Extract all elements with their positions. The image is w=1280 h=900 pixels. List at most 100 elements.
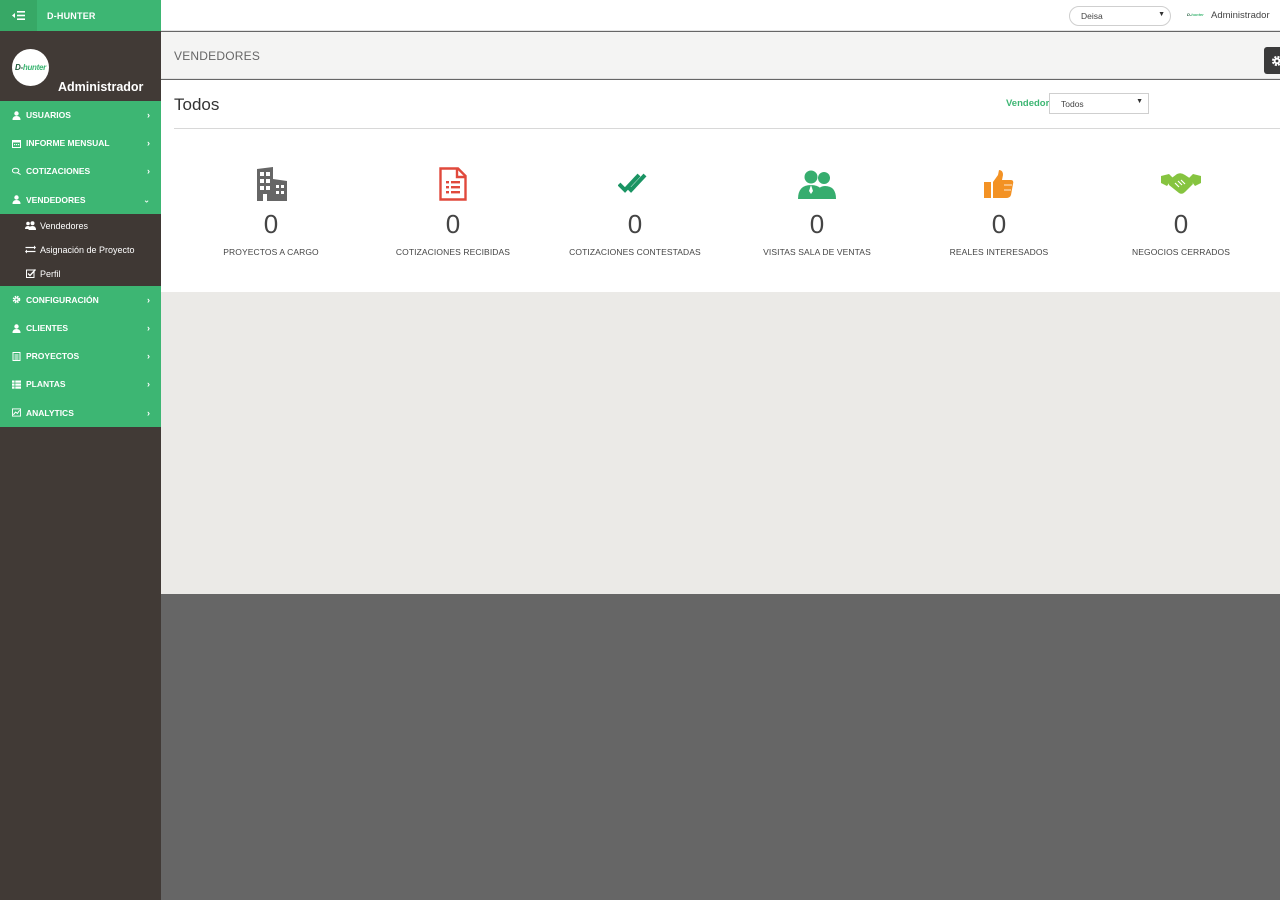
stat-label: NEGOCIOS CERRADOS bbox=[1131, 247, 1231, 257]
stat-label: REALES INTERESADOS bbox=[949, 247, 1049, 257]
footer-area bbox=[161, 594, 1280, 900]
sidebar-toggle-button[interactable] bbox=[0, 0, 37, 31]
stats-panel: Todos Vendedor Todos ▼ 0 PROYECTOS A CAR bbox=[161, 80, 1280, 292]
sidebar-item-usuarios[interactable]: USUARIOS › bbox=[0, 101, 161, 130]
sidebar-item-analytics[interactable]: ANALYTICS › bbox=[0, 398, 161, 427]
submenu-item-label: Vendedores bbox=[40, 220, 89, 231]
page-title: VENDEDORES bbox=[174, 49, 261, 63]
sidebar-item-clientes[interactable]: CLIENTES › bbox=[0, 313, 161, 343]
sidebar: D-HUNTER D-hunter Administrador USUARIOS… bbox=[0, 0, 161, 900]
stat-cotizaciones-contestadas: 0 COTIZACIONES CONTESTADAS bbox=[544, 165, 726, 257]
chevron-down-icon: ⌄ bbox=[143, 195, 150, 205]
profile-card: D-hunter Administrador bbox=[0, 31, 161, 111]
gear-icon bbox=[12, 295, 21, 304]
sidebar-item-label: INFORME MENSUAL bbox=[26, 138, 110, 149]
stat-cotizaciones-recibidas: 0 COTIZACIONES RECIBIDAS bbox=[362, 165, 544, 257]
chevron-right-icon: › bbox=[147, 138, 150, 149]
vendedor-filter-select[interactable]: Todos ▼ bbox=[1049, 93, 1149, 114]
stat-value: 0 bbox=[991, 209, 1007, 239]
submenu-item-perfil[interactable]: Perfil bbox=[0, 262, 161, 286]
sidebar-item-vendedores[interactable]: VENDEDORES ⌄ bbox=[0, 185, 161, 214]
stat-label: VISITAS SALA DE VENTAS bbox=[763, 247, 871, 257]
stat-reales-interesados: 0 REALES INTERESADOS bbox=[908, 165, 1090, 257]
sidebar-item-cotizaciones[interactable]: COTIZACIONES › bbox=[0, 157, 161, 186]
building-icon bbox=[180, 165, 362, 203]
stat-visitas-sala-de-ventas: 0 VISITAS SALA DE VENTAS bbox=[726, 165, 908, 257]
company-select[interactable]: Deisa ▼ bbox=[1069, 6, 1171, 26]
user-icon bbox=[12, 110, 21, 120]
sidebar-item-label: CLIENTES bbox=[26, 323, 69, 334]
user-icon bbox=[12, 195, 21, 205]
stat-proyectos-a-cargo: 0 PROYECTOS A CARGO bbox=[180, 165, 362, 257]
dropdown-arrow-icon: ▼ bbox=[1136, 98, 1143, 105]
stat-label: PROYECTOS A CARGO bbox=[223, 247, 319, 257]
gear-icon bbox=[1271, 55, 1280, 66]
sidebar-item-label: COTIZACIONES bbox=[26, 166, 91, 177]
user-icon bbox=[12, 323, 21, 333]
profile-name: Administrador bbox=[58, 80, 144, 94]
stat-label: COTIZACIONES RECIBIDAS bbox=[395, 247, 511, 257]
content-area bbox=[161, 292, 1280, 594]
sidebar-item-label: VENDEDORES bbox=[26, 194, 86, 205]
submenu-item-label: Perfil bbox=[40, 268, 61, 279]
dropdown-arrow-icon: ▼ bbox=[1158, 11, 1165, 18]
stat-label: COTIZACIONES CONTESTADAS bbox=[569, 247, 701, 257]
sidebar-item-label: USUARIOS bbox=[26, 110, 71, 121]
checkbox-icon bbox=[25, 269, 36, 279]
sidebar-item-label: ANALYTICS bbox=[26, 407, 74, 418]
avatar-logo-prefix: D- bbox=[15, 63, 23, 72]
document-list-icon bbox=[362, 165, 544, 203]
vendedor-filter-value: Todos bbox=[1061, 98, 1084, 109]
chevron-right-icon: › bbox=[147, 351, 150, 362]
avatar-logo-text: hunter bbox=[22, 63, 46, 72]
double-check-icon bbox=[544, 165, 726, 203]
comments-icon bbox=[12, 167, 21, 176]
calendar-icon bbox=[12, 139, 21, 148]
sidebar-item-label: CONFIGURACIÓN bbox=[26, 294, 99, 305]
document-icon bbox=[12, 351, 21, 361]
grid-icon bbox=[12, 380, 21, 389]
people-icon bbox=[726, 165, 908, 203]
exchange-icon bbox=[25, 245, 36, 255]
thumbs-up-icon bbox=[908, 165, 1090, 203]
submenu-item-label: Asignación de Proyecto bbox=[40, 244, 135, 255]
chart-icon bbox=[12, 408, 21, 417]
vendedor-filter-label: Vendedor bbox=[1006, 98, 1050, 109]
sidebar-menu: USUARIOS › INFORME MENSUAL › COTIZACIONE… bbox=[0, 101, 161, 427]
divider bbox=[174, 128, 1280, 129]
sidebar-item-configuracion[interactable]: CONFIGURACIÓN › bbox=[0, 285, 161, 314]
users-icon bbox=[25, 221, 36, 231]
collapse-menu-icon bbox=[12, 11, 25, 20]
vendedores-submenu: Vendedores Asignación de Proyecto Perfil bbox=[0, 213, 161, 286]
stat-value: 0 bbox=[445, 209, 461, 239]
avatar: D-hunter bbox=[12, 49, 49, 86]
chevron-right-icon: › bbox=[147, 166, 150, 177]
chevron-right-icon: › bbox=[147, 323, 150, 334]
stat-value: 0 bbox=[627, 209, 643, 239]
stat-value: 0 bbox=[1173, 209, 1189, 239]
stat-value: 0 bbox=[263, 209, 279, 239]
panel-title: Todos bbox=[174, 95, 220, 114]
top-bar: Deisa ▼ D-hunter Administrador bbox=[161, 0, 1280, 31]
user-menu[interactable]: Administrador bbox=[1211, 10, 1270, 21]
handshake-icon bbox=[1090, 165, 1272, 203]
chevron-right-icon: › bbox=[147, 379, 150, 390]
sidebar-item-label: PLANTAS bbox=[26, 379, 66, 390]
sidebar-item-informe-mensual[interactable]: INFORME MENSUAL › bbox=[0, 129, 161, 158]
brand-bar: D-HUNTER bbox=[0, 0, 161, 31]
page-header: VENDEDORES bbox=[161, 32, 1280, 79]
sidebar-item-plantas[interactable]: PLANTAS › bbox=[0, 370, 161, 399]
submenu-item-asignacion-de-proyecto[interactable]: Asignación de Proyecto bbox=[0, 238, 161, 262]
brand-name: D-HUNTER bbox=[47, 10, 96, 21]
submenu-item-vendedores[interactable]: Vendedores bbox=[0, 214, 161, 238]
company-select-value: Deisa bbox=[1081, 11, 1103, 21]
sidebar-item-label: PROYECTOS bbox=[26, 351, 80, 362]
stat-value: 0 bbox=[809, 209, 825, 239]
sidebar-item-proyectos[interactable]: PROYECTOS › bbox=[0, 342, 161, 371]
top-logo: D-hunter bbox=[1187, 12, 1204, 17]
settings-button[interactable] bbox=[1264, 47, 1280, 74]
chevron-right-icon: › bbox=[147, 407, 150, 418]
stat-negocios-cerrados: 0 NEGOCIOS CERRADOS bbox=[1090, 165, 1272, 257]
chevron-right-icon: › bbox=[147, 110, 150, 121]
chevron-right-icon: › bbox=[147, 294, 150, 305]
